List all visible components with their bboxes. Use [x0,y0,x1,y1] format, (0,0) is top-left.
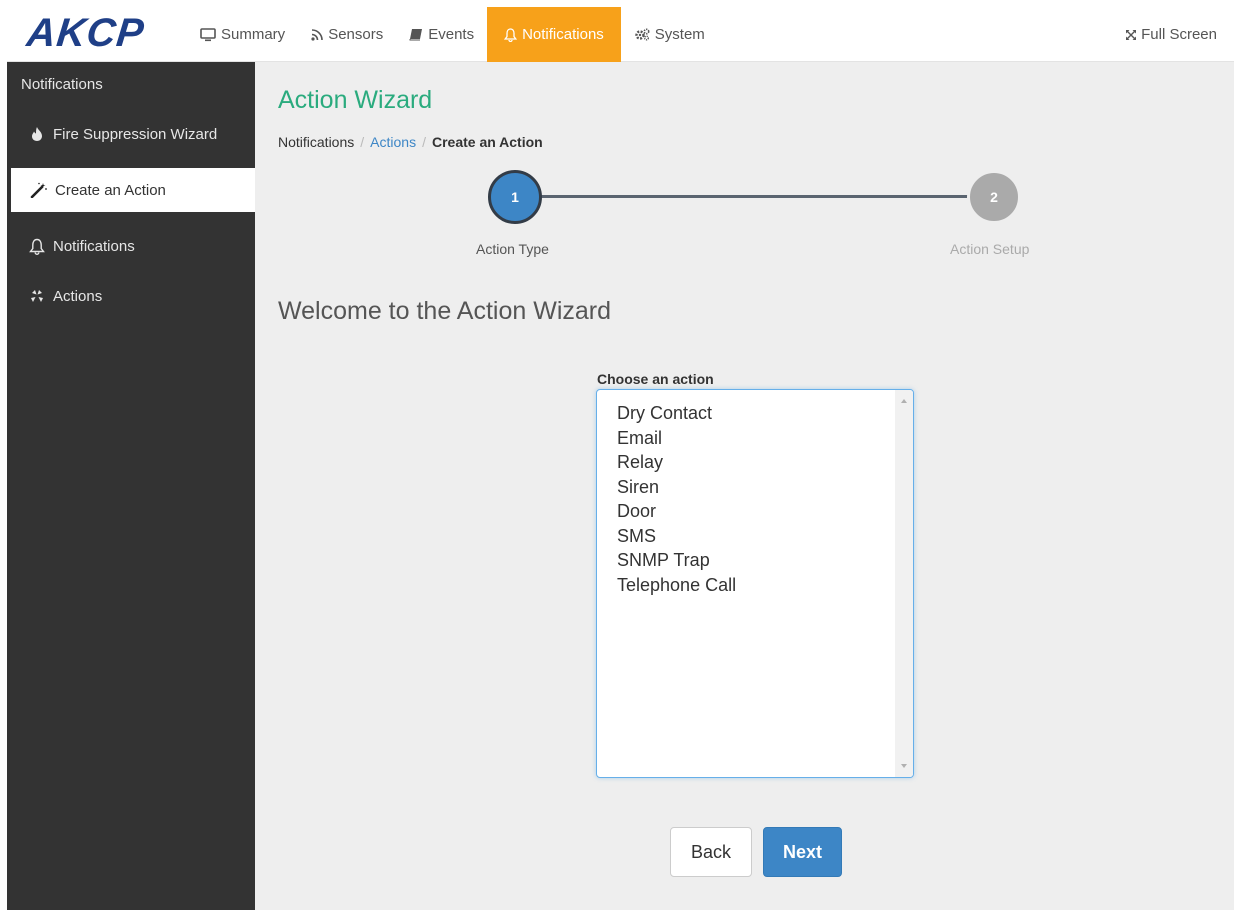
nav-events-label: Events [428,26,475,43]
step-2-circle[interactable]: 2 [967,170,1021,224]
app-frame: AKCP Summary Sensors Events Notification… [7,7,1234,910]
welcome-heading: Welcome to the Action Wizard [278,297,612,325]
breadcrumb-separator: / [422,134,426,150]
monitor-icon [200,27,216,42]
back-button[interactable]: Back [670,827,752,877]
scroll-down-arrow-icon[interactable] [901,764,907,768]
step-1-circle[interactable]: 1 [488,170,542,224]
listbox-scrollbar[interactable] [895,390,913,777]
sidebar-item-label: Fire Suppression Wizard [53,125,218,143]
sidebar-item-fire-suppression-wizard[interactable]: Fire Suppression Wizard [7,112,255,156]
action-option-siren[interactable]: Siren [617,475,736,500]
nav-notifications-label: Notifications [522,26,604,43]
nav-summary-label: Summary [221,26,286,43]
next-button[interactable]: Next [763,827,842,877]
action-option-email[interactable]: Email [617,426,736,451]
action-option-relay[interactable]: Relay [617,450,736,475]
book-icon [409,28,423,41]
stepper-line [517,195,975,198]
nav-sensors-label: Sensors [328,26,384,43]
breadcrumb-current: Create an Action [431,134,543,150]
sidebar-item-create-an-action[interactable]: Create an Action [11,168,255,212]
nav-sensors[interactable]: Sensors [298,7,396,62]
full-screen-label: Full Screen [1141,26,1217,43]
main-nav: Summary Sensors Events Notifications Sys… [190,7,718,62]
akcp-logo[interactable]: AKCP [25,11,147,55]
nav-notifications[interactable]: Notifications [487,7,621,62]
action-option-door[interactable]: Door [617,499,736,524]
sidebar-item-label: Notifications [53,237,135,255]
step-2-label: Action Setup [950,241,1030,257]
magic-wand-icon [29,182,49,198]
action-option-telephone-call[interactable]: Telephone Call [617,573,736,598]
scroll-up-arrow-icon[interactable] [901,399,907,403]
gears-icon [634,28,650,41]
action-option-snmp-trap[interactable]: SNMP Trap [617,548,736,573]
sidebar: Notifications Fire Suppression Wizard Cr… [7,62,255,910]
breadcrumb: Notifications / Actions / Create an Acti… [278,134,543,150]
main-content: Action Wizard Notifications / Actions / … [255,62,1234,910]
actions-icon [27,288,47,304]
choose-action-label: Choose an action [597,371,714,387]
action-listbox[interactable]: Dry Contact Email Relay Siren Door SMS S… [596,389,914,778]
full-screen-button[interactable]: Full Screen [1125,7,1217,62]
page-title: Action Wizard [278,86,433,114]
rss-icon [311,28,323,41]
step-1-label: Action Type [476,241,549,257]
fire-icon [27,126,47,142]
bell-icon [504,27,518,42]
sidebar-item-label: Actions [53,287,103,305]
breadcrumb-separator: / [360,134,365,150]
nav-system-label: System [654,26,705,43]
top-navbar: AKCP Summary Sensors Events Notification… [7,7,1234,62]
sidebar-item-actions[interactable]: Actions [7,274,255,318]
sidebar-item-label: Create an Action [55,181,166,199]
action-option-sms[interactable]: SMS [617,524,736,549]
expand-icon [1125,29,1137,41]
nav-system[interactable]: System [621,7,718,62]
action-option-dry-contact[interactable]: Dry Contact [617,401,736,426]
sidebar-heading: Notifications [21,76,103,93]
breadcrumb-actions-link[interactable]: Actions [370,134,416,150]
nav-events[interactable]: Events [396,7,487,62]
action-options: Dry Contact Email Relay Siren Door SMS S… [617,401,736,597]
sidebar-item-notifications[interactable]: Notifications [7,224,255,268]
breadcrumb-root: Notifications [278,134,355,150]
nav-summary[interactable]: Summary [190,7,298,62]
bell-icon [27,238,47,255]
